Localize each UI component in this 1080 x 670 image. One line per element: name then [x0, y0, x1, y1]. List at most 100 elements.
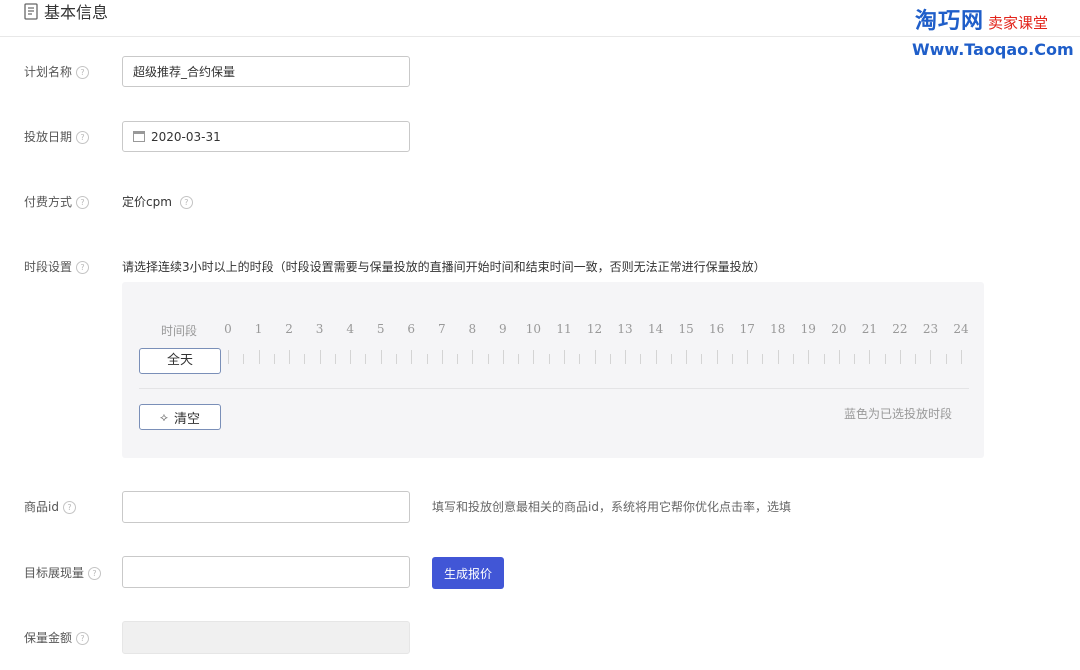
time-setting-label-text: 时段设置 [24, 260, 73, 274]
all-day-button[interactable]: 全天 [139, 348, 221, 374]
hour-label: 23 [922, 322, 939, 336]
slot-tick [243, 354, 245, 364]
target-impressions-input[interactable] [122, 556, 410, 588]
time-setting-hint: 请选择连续3小时以上的时段（时段设置需要与保量投放的直播间开始时间和结束时间一致… [122, 260, 766, 274]
hour-label: 18 [770, 322, 786, 336]
hour-label: 5 [376, 322, 385, 336]
hour-label: 3 [315, 322, 324, 336]
help-icon[interactable]: ? [76, 195, 90, 209]
hour-label: 17 [739, 322, 755, 336]
slot-tick [686, 350, 688, 364]
calendar-icon [133, 131, 145, 142]
clear-button[interactable]: ⟡ 清空 [139, 404, 221, 430]
hour-label: 10 [525, 322, 542, 336]
hour-label: 12 [586, 322, 603, 336]
help-icon[interactable]: ? [76, 260, 90, 274]
slot-tick [228, 350, 229, 364]
hour-label: 8 [468, 322, 477, 336]
help-icon[interactable]: ? [76, 65, 90, 79]
time-slot-legend: 蓝色为已选投放时段 [843, 407, 952, 421]
slot-tick [487, 354, 489, 364]
document-icon [24, 3, 38, 20]
slot-tick [289, 350, 291, 364]
slot-tick [563, 350, 565, 364]
slot-tick [548, 354, 550, 364]
slot-tick [411, 350, 413, 364]
slot-tick [304, 354, 306, 364]
plan-name-value: 超级推荐_合约保量 [133, 65, 236, 79]
slot-tick [884, 354, 886, 364]
slot-tick [441, 350, 443, 364]
product-id-label-text: 商品id [24, 500, 59, 514]
plan-name-label: 计划名称 ? [24, 63, 90, 81]
section-title: 基本信息 [44, 3, 109, 22]
hour-slot-grid[interactable] [228, 350, 962, 368]
watermark-url: Www.Taoqao.Com [912, 40, 1074, 59]
help-icon[interactable]: ? [179, 195, 193, 209]
slot-tick [961, 350, 962, 364]
slot-tick [273, 354, 275, 364]
slot-tick [609, 354, 611, 364]
slot-tick [793, 354, 795, 364]
slot-tick [258, 350, 260, 364]
slot-tick [945, 354, 947, 364]
slot-tick [380, 350, 382, 364]
payment-label: 付费方式 ? [24, 193, 90, 211]
guarantee-amount-input [122, 621, 410, 654]
slot-tick [350, 350, 352, 364]
date-label: 投放日期 ? [24, 128, 90, 146]
slot-tick [716, 350, 718, 364]
slot-tick [502, 350, 504, 364]
hour-label: 15 [678, 322, 694, 336]
target-impressions-label: 目标展现量 ? [24, 564, 102, 582]
date-label-text: 投放日期 [24, 130, 73, 144]
time-slot-divider [139, 388, 969, 389]
watermark-tag: 卖家课堂 [988, 14, 1049, 32]
slot-tick [395, 354, 397, 364]
slot-tick [747, 350, 749, 364]
slot-tick [472, 350, 474, 364]
slot-tick [655, 350, 657, 364]
slot-tick [319, 350, 321, 364]
payment-value-row: 定价cpm ? [122, 193, 193, 211]
slot-tick [838, 350, 840, 364]
target-impressions-label-text: 目标展现量 [24, 566, 85, 580]
slot-tick [930, 350, 932, 364]
slot-tick [594, 350, 596, 364]
hour-label: 20 [831, 322, 847, 336]
slot-tick [334, 354, 336, 364]
date-value: 2020-03-31 [151, 129, 221, 144]
hour-label: 13 [617, 322, 633, 336]
hour-scale: 0 1 2 3 4 5 6 7 8 9 10 11 12 13 14 15 16 17 18 19 20 21 22 23 24 [224, 322, 968, 340]
hour-label: 9 [499, 322, 507, 336]
generate-quote-button[interactable]: 生成报价 [432, 557, 504, 589]
watermark-brand-text: 淘巧网 [915, 9, 985, 34]
help-icon[interactable]: ? [76, 130, 90, 144]
guarantee-amount-label: 保量金额 ? [24, 629, 90, 647]
help-icon[interactable]: ? [88, 566, 102, 580]
time-slot-grid-label: 时间段 [161, 324, 198, 338]
hour-label: 2 [285, 322, 293, 336]
date-picker[interactable]: 2020-03-31 [122, 121, 410, 152]
hour-label: 11 [556, 322, 572, 336]
slot-tick [762, 354, 764, 364]
hour-label: 6 [407, 322, 416, 336]
slot-tick [899, 350, 901, 364]
slot-tick [777, 350, 779, 364]
product-id-input[interactable] [122, 491, 410, 523]
slot-tick [365, 354, 367, 364]
watermark-brand: 淘巧网 卖家课堂 [915, 9, 1048, 36]
time-slot-panel: 时间段 0 1 2 3 4 5 6 7 8 9 10 11 12 13 14 15 16 17 18 19 20 21 22… [122, 282, 984, 458]
slot-tick [518, 354, 520, 364]
slot-tick [854, 354, 856, 364]
product-id-hint: 填写和投放创意最相关的商品id，系统将用它帮你优化点击率，选填 [432, 500, 791, 514]
header-divider [0, 36, 1080, 37]
slot-tick [823, 354, 825, 364]
plan-name-input[interactable]: 超级推荐_合约保量 [122, 56, 410, 87]
hour-label: 14 [647, 322, 664, 336]
help-icon[interactable]: ? [76, 631, 90, 645]
slot-tick [457, 354, 459, 364]
help-icon[interactable]: ? [62, 500, 76, 514]
slot-tick [625, 350, 627, 364]
payment-label-text: 付费方式 [24, 195, 73, 209]
